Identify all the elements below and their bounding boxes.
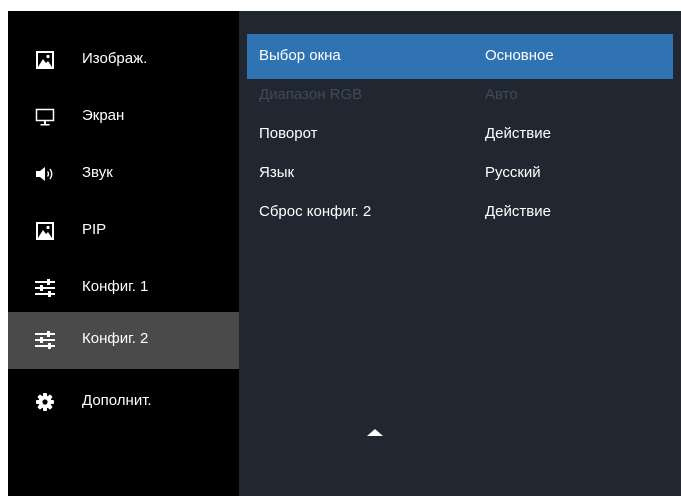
sidebar-item-label: Дополнит. — [82, 392, 152, 409]
setting-name: Поворот — [259, 125, 318, 142]
speaker-icon — [35, 164, 55, 184]
sidebar-item-label: PIP — [82, 221, 107, 238]
setting-name: Выбор окна — [259, 47, 341, 64]
setting-name: Диапазон RGB — [259, 86, 363, 103]
monitor-icon — [35, 107, 55, 127]
sidebar-item-pip[interactable]: PIP — [8, 203, 239, 260]
gear-icon — [35, 392, 55, 412]
sidebar-item-screen[interactable]: Экран — [8, 89, 239, 146]
sidebar: Изображ. Экран Звук PIP Конфиг. 1 Конфиг… — [8, 11, 239, 496]
setting-value: Русский — [485, 164, 541, 181]
sidebar-item-sound[interactable]: Звук — [8, 146, 239, 203]
setting-value: Действие — [485, 125, 551, 142]
setting-name: Сброс конфиг. 2 — [259, 203, 372, 220]
sidebar-item-advanced[interactable]: Дополнит. — [8, 374, 239, 431]
setting-value: Авто — [485, 86, 518, 103]
setting-value: Действие — [485, 203, 551, 220]
setting-row-reset-config-2[interactable]: Сброс конфиг. 2 Действие — [247, 190, 673, 235]
sidebar-item-picture[interactable]: Изображ. — [8, 32, 239, 89]
sliders-icon — [35, 330, 55, 350]
sidebar-item-config-1[interactable]: Конфиг. 1 — [8, 260, 239, 317]
picture-icon — [35, 221, 55, 241]
osd-menu: Изображ. Экран Звук PIP Конфиг. 1 Конфиг… — [8, 11, 681, 496]
sidebar-item-config-2[interactable]: Конфиг. 2 — [8, 312, 239, 369]
sidebar-item-label: Звук — [82, 164, 113, 181]
triangle-up-icon[interactable] — [367, 429, 383, 436]
sidebar-item-label: Конфиг. 1 — [82, 278, 149, 295]
settings-panel: Выбор окна Основное Диапазон RGB Авто По… — [239, 11, 681, 496]
sidebar-item-label: Экран — [82, 107, 125, 124]
sidebar-item-label: Изображ. — [82, 50, 148, 67]
picture-icon — [35, 50, 55, 70]
setting-value: Основное — [485, 47, 554, 64]
sliders-icon — [35, 278, 55, 298]
sidebar-item-label: Конфиг. 2 — [82, 330, 149, 347]
setting-name: Язык — [259, 164, 295, 181]
